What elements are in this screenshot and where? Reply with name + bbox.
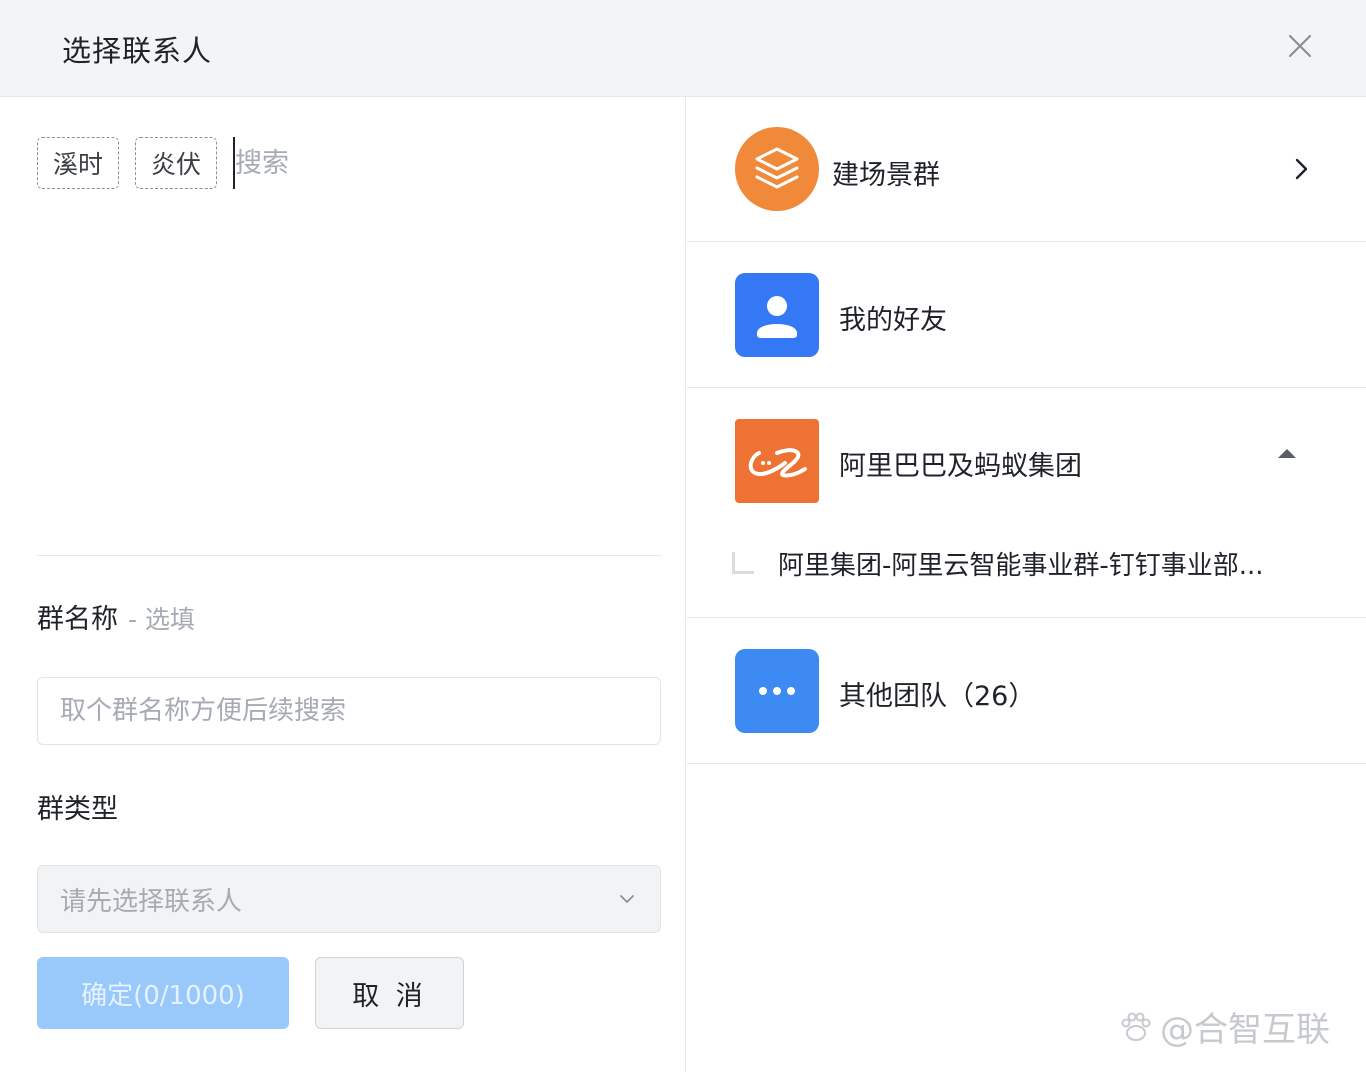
list-item-alibaba-group[interactable]: 阿里巴巴及蚂蚁集团 阿里集团-阿里云智能事业群-钉钉事业部... — [687, 388, 1366, 618]
chevron-right-icon — [1295, 158, 1308, 180]
left-panel: 溪时 炎伏 群名称 - 选填 群类型 请先选择联系人 确定(0/1000) 取 … — [0, 97, 686, 1072]
right-panel: 建场景群 我的好友 阿里巴巴及蚂蚁集团 阿里集团-阿里云智能事业群-钉钉事业部.… — [687, 97, 1366, 1072]
list-item-other-teams[interactable]: 其他团队（26） — [687, 618, 1366, 764]
selected-contact-chip[interactable]: 溪时 — [37, 137, 120, 189]
list-item-label: 我的好友 — [839, 305, 947, 336]
divider — [687, 763, 1366, 764]
paw-icon — [1121, 1012, 1151, 1041]
chevron-down-icon — [620, 895, 634, 903]
close-icon — [1288, 34, 1312, 58]
avatar — [735, 419, 819, 503]
list-item-create-scene-group[interactable]: 建场景群 — [687, 97, 1366, 242]
selected-contact-chip[interactable]: 炎伏 — [135, 137, 218, 189]
select-contacts-dialog: 选择联系人 溪时 炎伏 群名称 - 选填 群类型 请先选择联系人 确定(0/1 — [0, 0, 1366, 1072]
confirm-button[interactable]: 确定(0/1000) — [37, 957, 289, 1029]
list-item-label: 建场景群 — [832, 160, 940, 191]
selected-contacts: 溪时 炎伏 — [37, 137, 614, 189]
list-item-sub-department[interactable]: 阿里集团-阿里云智能事业群-钉钉事业部... — [732, 538, 1322, 588]
optional-hint: - 选填 — [128, 605, 195, 634]
dialog-header: 选择联系人 — [0, 0, 1366, 97]
dialog-title: 选择联系人 — [62, 34, 213, 68]
divider — [37, 555, 661, 556]
list-item-label: 阿里巴巴及蚂蚁集团 — [839, 451, 1082, 482]
group-type-value: 请先选择联系人 — [60, 886, 243, 917]
cancel-button[interactable]: 取 消 — [315, 957, 464, 1029]
group-name-input[interactable] — [37, 677, 661, 745]
group-type-label: 群类型 — [37, 794, 118, 825]
caret-up-icon[interactable] — [1275, 446, 1299, 460]
list-item-my-friends[interactable]: 我的好友 — [687, 242, 1366, 388]
close-button[interactable] — [1282, 28, 1318, 64]
group-type-select[interactable]: 请先选择联系人 — [37, 865, 661, 933]
group-name-label: 群名称 — [37, 604, 118, 635]
alibaba-logo — [735, 419, 819, 503]
user-icon — [735, 273, 819, 357]
layers-icon — [735, 127, 819, 211]
avatar — [735, 649, 819, 733]
watermark: @合智互联 — [1118, 1002, 1330, 1051]
avatar — [735, 127, 819, 211]
avatar — [735, 273, 819, 357]
sub-department-label: 阿里集团-阿里云智能事业群-钉钉事业部... — [778, 550, 1264, 581]
list-item-label: 其他团队（26） — [839, 681, 1036, 712]
watermark-text: @合智互联 — [1160, 1010, 1330, 1050]
more-icon — [735, 649, 819, 733]
search-input[interactable] — [233, 137, 614, 189]
group-name-label-row: 群名称 - 选填 — [37, 597, 195, 636]
tree-branch-icon — [732, 552, 754, 574]
